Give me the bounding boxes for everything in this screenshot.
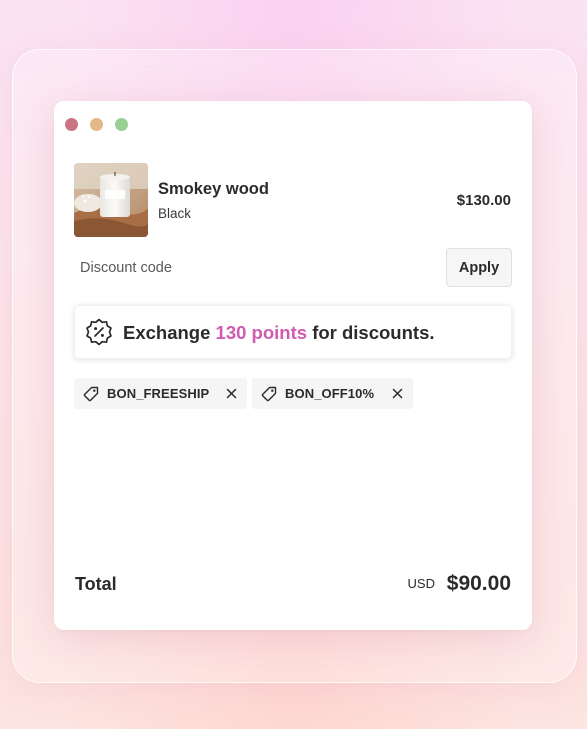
- apply-button[interactable]: Apply: [446, 248, 512, 287]
- remove-code-button[interactable]: [392, 388, 403, 399]
- total-amount: $90.00: [446, 572, 511, 595]
- points-offer-suffix: for discounts.: [312, 322, 435, 343]
- discount-badge-icon: [86, 318, 112, 346]
- tag-icon: [261, 386, 277, 401]
- discount-code-input[interactable]: [74, 248, 434, 288]
- applied-code-chip: BON_OFF10%: [252, 378, 413, 409]
- applied-code-label: BON_FREESHIP: [107, 386, 210, 401]
- checkout-window: Smokey wood Black $130.00 Apply Exchange…: [54, 101, 532, 630]
- close-icon: [226, 388, 237, 399]
- points-offer-card[interactable]: Exchange 130 points for discounts.: [74, 305, 512, 359]
- product-image: [74, 163, 148, 237]
- points-offer-prefix: Exchange: [123, 322, 211, 343]
- total-label: Total: [75, 574, 117, 594]
- window-zoom-button[interactable]: [115, 118, 128, 131]
- total-currency: USD: [407, 576, 435, 591]
- applied-code-chip: BON_FREESHIP: [74, 378, 247, 409]
- points-offer-text: Exchange 130 points for discounts.: [123, 322, 435, 344]
- tag-icon: [83, 386, 99, 401]
- close-icon: [392, 388, 403, 399]
- window-close-button[interactable]: [65, 118, 78, 131]
- remove-code-button[interactable]: [226, 388, 237, 399]
- points-amount: 130 points: [215, 322, 308, 343]
- applied-code-label: BON_OFF10%: [285, 386, 375, 401]
- window-minimize-button[interactable]: [90, 118, 103, 131]
- product-name: Smokey wood: [158, 180, 269, 198]
- product-variant: Black: [158, 206, 192, 221]
- product-price: $130.00: [456, 192, 511, 209]
